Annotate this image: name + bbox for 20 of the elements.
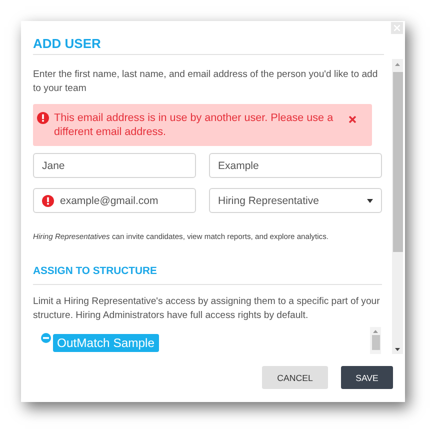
instructions-text: Enter the first name, last name, and email address of the person you'd like to add to your team [33,68,379,96]
text-field[interactable]: Jane [33,153,196,178]
caret-icon [367,198,373,202]
section-title: ASSIGN TO STRUCTURE [33,266,158,278]
scrollbar[interactable] [370,327,381,354]
email-field[interactable]: example@gmail.com [33,188,196,213]
section-description: Limit a Hiring Representative's access by assigning them to a specific part of your structure. Hiring Administrators have full access rights by default. [33,295,381,323]
error-icon [37,112,49,124]
text-field[interactable]: Example [209,153,382,178]
cancel-button[interactable]: CANCEL [262,366,328,389]
save-button[interactable]: SAVE [341,366,393,389]
scroll-up-icon[interactable] [395,63,400,66]
close-icon[interactable] [349,116,356,123]
error-message: This email address is in use by another user. Please use a different email address. [54,111,334,139]
dialog-title: ADD USER [33,35,101,53]
scroll-down-icon[interactable] [395,348,400,351]
collapse-icon[interactable] [41,333,51,343]
role-dropdown[interactable]: Hiring Representative [209,188,382,213]
scroll-up-icon[interactable] [373,330,378,333]
scrollbar[interactable] [392,59,403,354]
